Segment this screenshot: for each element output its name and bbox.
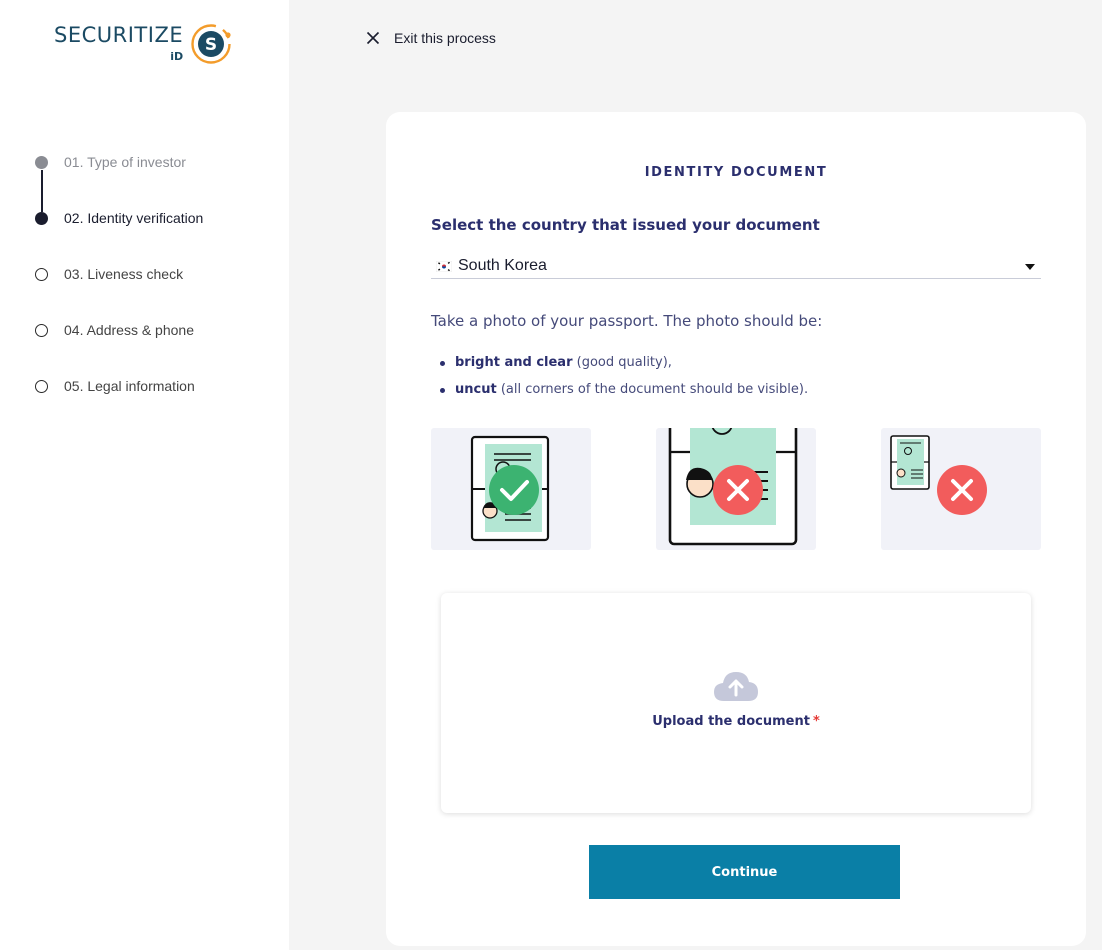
exit-label: Exit this process: [394, 30, 496, 46]
step-label: 02. Identity verification: [64, 210, 204, 226]
requirement-emphasis: uncut: [455, 382, 497, 397]
logo-mark-letter: S: [205, 35, 217, 55]
requirement-emphasis: bright and clear: [455, 355, 573, 370]
step-pending-dot-icon: [35, 268, 48, 281]
step-identity-verification: 02. Identity verification: [35, 206, 203, 262]
step-legal-information: 05. Legal information: [35, 374, 203, 430]
passport-too-small-illustration: [890, 435, 987, 515]
chevron-down-icon[interactable]: [1025, 264, 1035, 270]
step-pending-dot-icon: [35, 324, 48, 337]
country-select[interactable]: South Korea: [431, 254, 1041, 279]
exit-process-link[interactable]: Exit this process: [366, 30, 496, 46]
step-label: 05. Legal information: [64, 378, 195, 394]
upload-dropzone[interactable]: Upload the document *: [441, 593, 1031, 813]
good-example: [431, 428, 591, 550]
logo-suffix: iD: [170, 50, 184, 63]
securitize-s-icon: S: [191, 24, 231, 64]
step-type-of-investor: 01. Type of investor: [35, 150, 203, 212]
photo-requirements: bright and clear (good quality), uncut (…: [438, 349, 808, 403]
step-liveness-check: 03. Liveness check: [35, 262, 203, 318]
logo-wordmark: SECURITIZE iD: [54, 22, 184, 63]
step-pending-dot-icon: [35, 380, 48, 393]
requirement-text: (good quality),: [572, 355, 672, 370]
requirement-text: (all corners of the document should be v…: [496, 382, 809, 397]
too-small-example: [881, 428, 1041, 550]
step-label: 03. Liveness check: [64, 266, 184, 282]
cloud-upload-icon: [714, 672, 758, 701]
sidebar: SECURITIZE iD S 01. Type of investor 02.…: [0, 0, 289, 950]
cropped-example: [656, 428, 816, 550]
photo-instructions: Take a photo of your passport. The photo…: [431, 312, 823, 330]
country-select-value: South Korea: [458, 257, 547, 274]
close-icon: [366, 31, 380, 45]
step-complete-dot-icon: [35, 156, 48, 169]
page-title: IDENTITY DOCUMENT: [644, 165, 828, 180]
upload-label: Upload the document *: [441, 714, 1031, 729]
passport-cropped-illustration: [668, 428, 798, 546]
upload-text: Upload the document: [652, 714, 810, 729]
progress-steps: 01. Type of investor 02. Identity verifi…: [35, 150, 203, 430]
south-korea-flag-icon: [436, 260, 452, 272]
securitize-logo: SECURITIZE iD S: [54, 22, 232, 65]
country-select-label: Select the country that issued your docu…: [431, 216, 820, 234]
list-item: uncut (all corners of the document shoul…: [438, 376, 808, 403]
identity-document-card: IDENTITY DOCUMENT Select the country tha…: [386, 112, 1086, 946]
step-label: 04. Address & phone: [64, 322, 194, 338]
step-current-dot-icon: [35, 212, 48, 225]
step-label: 01. Type of investor: [64, 154, 186, 170]
step-address-phone: 04. Address & phone: [35, 318, 203, 374]
passport-good-illustration: [470, 435, 550, 542]
continue-button[interactable]: Continue: [589, 845, 900, 899]
logo-name: SECURITIZE: [54, 23, 184, 47]
photo-examples: [431, 428, 1041, 550]
required-marker: *: [812, 714, 820, 729]
list-item: bright and clear (good quality),: [438, 349, 808, 376]
